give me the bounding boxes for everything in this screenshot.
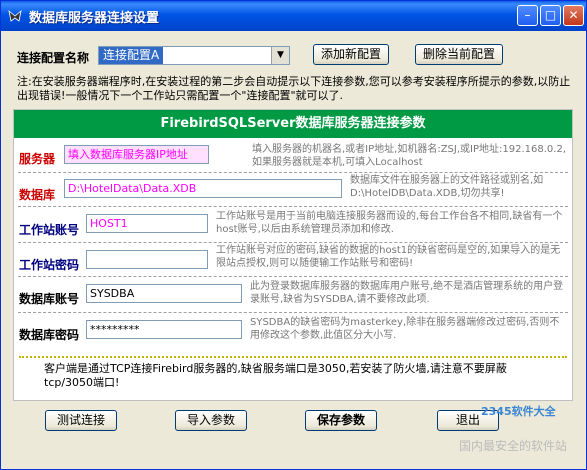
footer-divider [19,356,567,358]
db-password-input[interactable]: ********* [86,320,242,339]
maximize-button[interactable]: □ [540,5,561,26]
import-params-button[interactable]: 导入参数 [175,410,247,431]
minimize-button[interactable]: – [517,5,538,26]
db-account-desc: 此为登录数据库服务器的数据库用户账号,绝不是酒店管理系统的用户登录账号,缺省为S… [250,281,564,305]
divider [18,206,568,207]
maximize-icon: □ [544,8,557,22]
ws-account-desc: 工作站账号是用于当前电脑连接服务器而设的,每台工作台各不相同,缺省有一个host… [216,211,563,235]
ws-password-label: 工作站密码 [19,258,80,272]
window: 数据库服务器连接设置 – □ ✕ 连接配置名称 连接配置A ▼ 添加新配置 删除… [0,0,587,470]
db-password-label: 数据库密码 [19,328,80,342]
config-select-value: 连接配置A [99,47,164,64]
panel-title: FirebirdSQLServer数据库服务器连接参数 [14,110,572,138]
divider [18,312,568,313]
close-icon: ✕ [568,8,579,22]
save-params-button[interactable]: 保存参数 [305,410,377,431]
database-input[interactable]: D:\HotelData\Data.XDB [64,179,342,198]
divider [18,172,568,173]
minimize-icon: – [524,8,531,22]
ws-account-label: 工作站账号 [19,223,80,237]
ws-password-desc: 工作站账号对应的密码,缺省的数据的host1的缺省密码是空的,如果导入的是无限站… [216,245,561,269]
chevron-down-icon[interactable]: ▼ [271,47,289,64]
footer-note: 客户端是通过TCP连接Firebird服务器的,缺省服务端口是3050,若安装了… [44,362,507,389]
title-bar[interactable]: 数据库服务器连接设置 – □ ✕ [1,1,586,31]
connection-panel: FirebirdSQLServer数据库服务器连接参数 服务器 填入数据库服务器… [13,109,573,401]
divider [18,242,568,243]
database-label: 数据库 [19,188,56,202]
server-label: 服务器 [19,152,56,166]
watermark-brand: 2345软件大全 [481,405,556,418]
window-title: 数据库服务器连接设置 [29,11,160,26]
divider [18,276,568,277]
watermark-slogan: 国内最安全的软件站 [459,439,568,453]
db-password-desc: SYSDBA的缺省密码为masterkey,除非在服务器端修改过密码,否则不用修… [250,317,560,341]
close-button[interactable]: ✕ [563,5,584,26]
db-account-input[interactable]: SYSDBA [86,284,242,303]
add-config-button[interactable]: 添加新配置 [313,44,389,65]
delete-config-button[interactable]: 删除当前配置 [415,44,503,65]
config-select[interactable]: 连接配置A ▼ [98,46,290,65]
ws-account-input[interactable]: HOST1 [86,214,208,233]
app-icon [8,9,22,22]
config-name-label: 连接配置名称 [17,51,90,65]
database-desc: 数据库文件在服务器上的文件路径或别名,如D:\HotelDB\Data.XDB,… [350,175,544,199]
server-input[interactable]: 填入数据库服务器IP地址 [64,145,209,164]
db-account-label: 数据库账号 [19,292,80,306]
test-connection-button[interactable]: 测试连接 [45,410,117,431]
ws-password-input[interactable] [86,250,208,269]
config-note: 注:在安装服务器端程序时,在安装过程的第二步会自动提示以下连接参数,您可以参考安… [17,75,571,102]
server-desc: 填入服务器的机器名,或者IP地址,如机器名:ZSJ,或IP地址:192.168.… [252,144,566,168]
